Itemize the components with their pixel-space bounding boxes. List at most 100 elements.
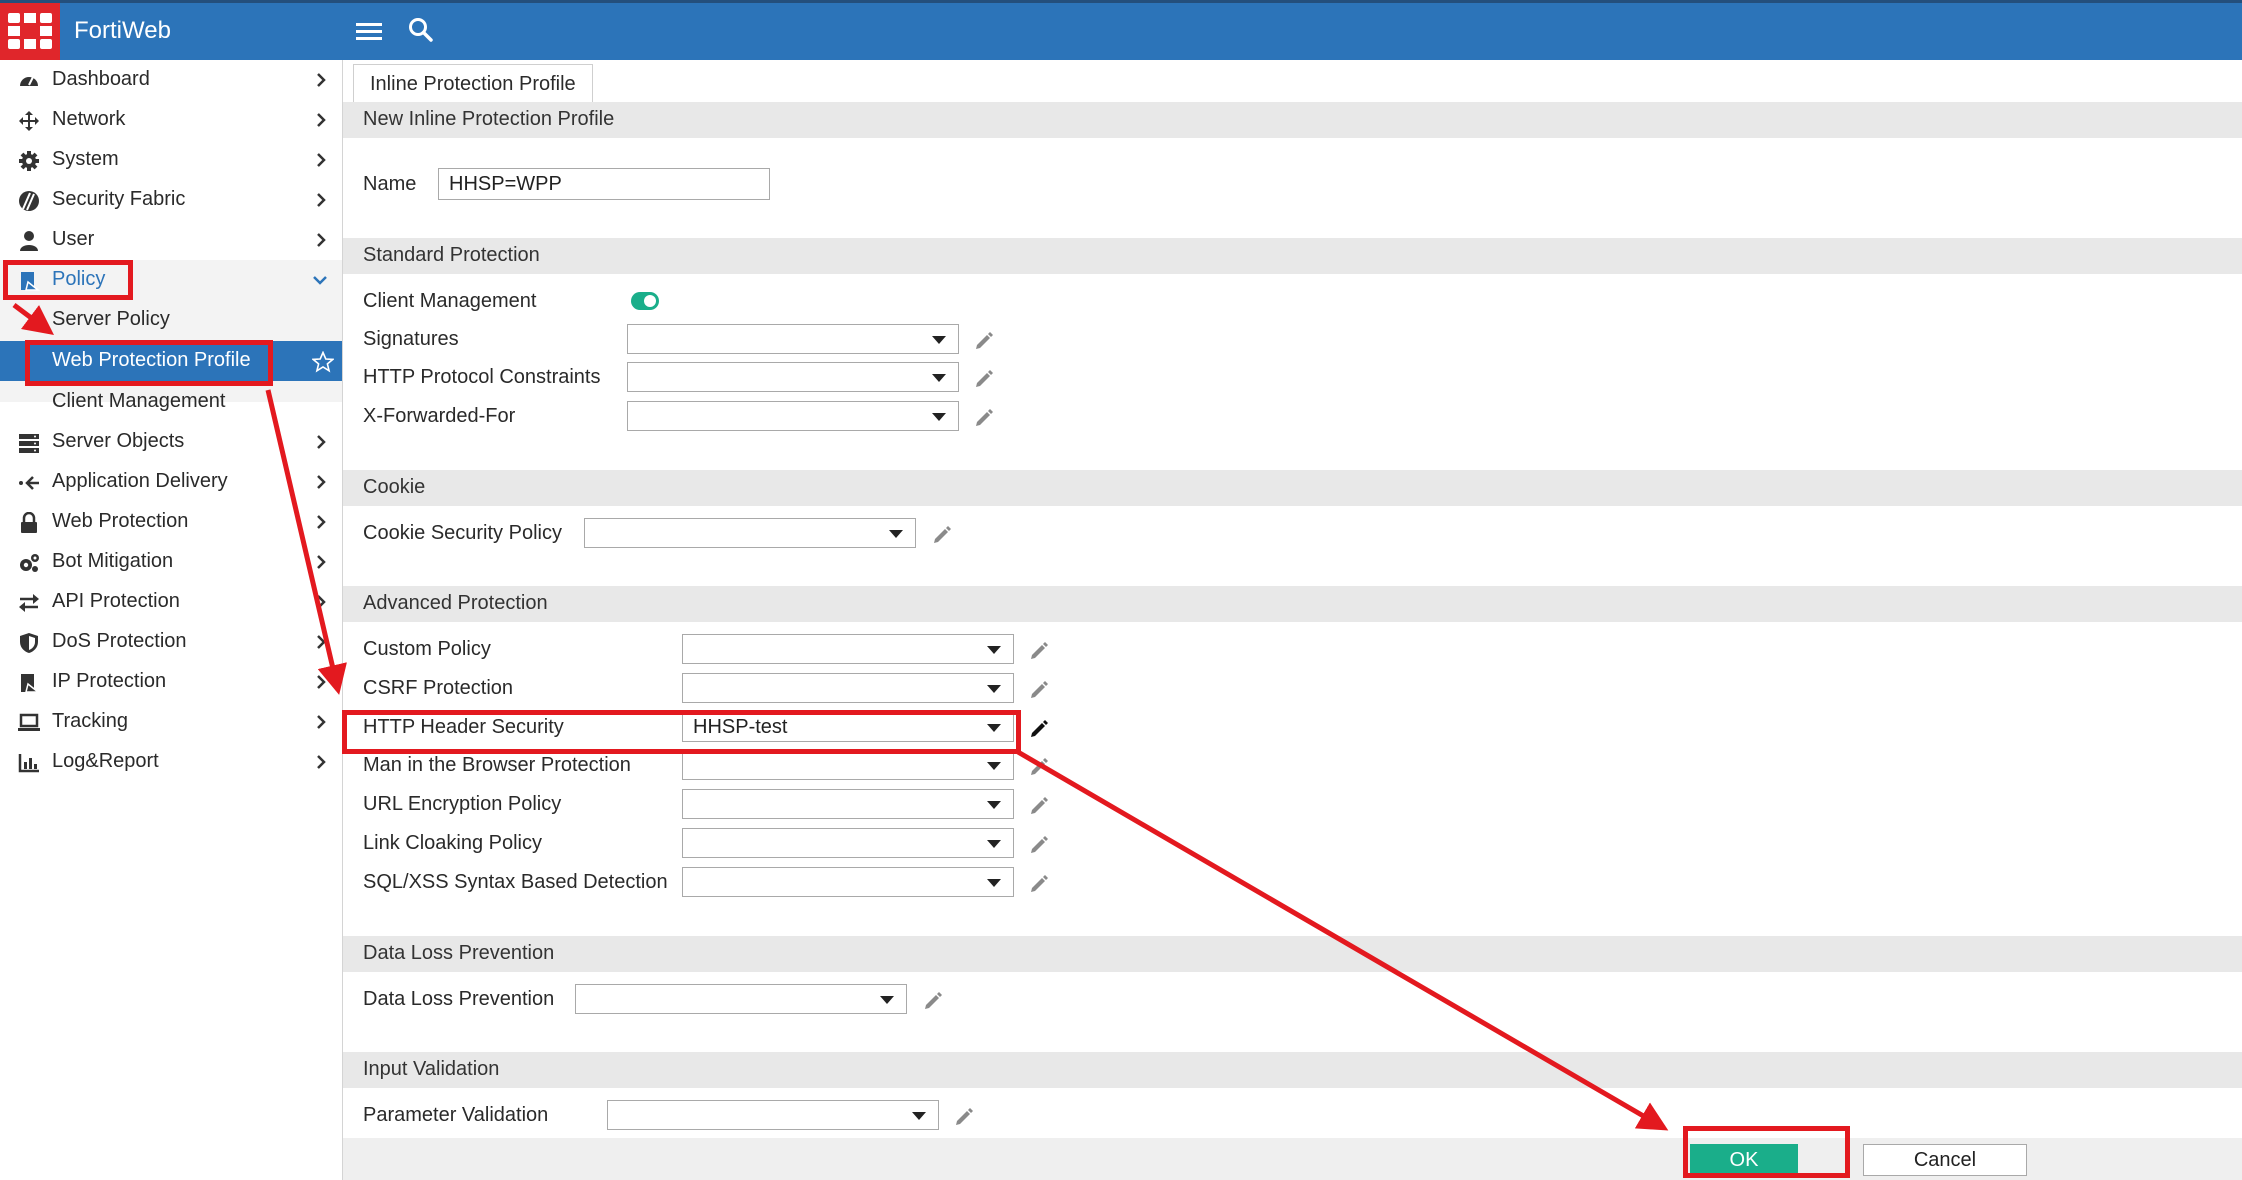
ip-protection-icon: [21, 674, 40, 693]
link-cloaking-policy-select[interactable]: [682, 828, 1014, 858]
dropdown-caret-icon: [880, 996, 894, 1004]
sidebar-item-dos-protection[interactable]: DoS Protection: [0, 622, 342, 662]
sidebar-item-label: Log&Report: [52, 750, 159, 772]
hamburger-menu-icon[interactable]: [356, 19, 382, 43]
advanced-protection-header: Advanced Protection: [343, 586, 2242, 622]
sidebar-item-application-delivery[interactable]: Application Delivery: [0, 462, 342, 502]
sidebar-item-bot-mitigation[interactable]: Bot Mitigation: [0, 542, 342, 582]
sql-xss-detection-label: SQL/XSS Syntax Based Detection: [363, 871, 668, 893]
mitb-protection-select[interactable]: [682, 750, 1014, 780]
sidebar-subitem-client-management[interactable]: Client Management: [0, 382, 342, 422]
csrf-protection-label: CSRF Protection: [363, 677, 514, 699]
sidebar-item-api-protection[interactable]: API Protection: [0, 582, 342, 622]
link-cloaking-policy-label: Link Cloaking Policy: [363, 832, 542, 854]
http-protocol-constraints-select[interactable]: [627, 362, 959, 392]
ok-button[interactable]: OK: [1690, 1144, 1798, 1176]
cookie-header: Cookie: [343, 470, 2242, 506]
standard-protection-header: Standard Protection: [343, 238, 2242, 274]
dashboard-icon: [20, 76, 38, 86]
signatures-label: Signatures: [363, 328, 459, 350]
pencil-icon[interactable]: [1028, 755, 1050, 777]
main-content: Inline Protection Profile New Inline Pro…: [343, 60, 2242, 1180]
cookie-security-policy-label: Cookie Security Policy: [363, 522, 562, 544]
name-input[interactable]: [438, 168, 770, 200]
sidebar-item-label: API Protection: [52, 590, 180, 612]
tab-inline-protection-profile[interactable]: Inline Protection Profile: [353, 64, 593, 104]
bar-chart-icon: [18, 754, 39, 773]
chevron-right-icon: [317, 715, 326, 729]
sidebar-item-policy[interactable]: Policy: [0, 260, 342, 300]
chevron-right-icon: [317, 675, 326, 689]
cancel-button[interactable]: Cancel: [1863, 1144, 2027, 1176]
chevron-right-icon: [317, 193, 326, 207]
sidebar: Dashboard Network System Security Fabric…: [0, 60, 343, 1180]
form-title-bar: New Inline Protection Profile: [343, 102, 2242, 138]
sidebar-item-network[interactable]: Network: [0, 100, 342, 140]
pencil-icon[interactable]: [973, 406, 995, 428]
pencil-icon[interactable]: [1028, 639, 1050, 661]
top-bar: FortiWeb: [0, 0, 2242, 60]
data-loss-prevention-select[interactable]: [575, 984, 907, 1014]
policy-icon: [21, 272, 40, 291]
pencil-icon[interactable]: [973, 329, 995, 351]
sidebar-item-system[interactable]: System: [0, 140, 342, 180]
dropdown-caret-icon: [987, 840, 1001, 848]
sidebar-item-label: System: [52, 148, 119, 170]
pencil-icon[interactable]: [931, 523, 953, 545]
search-icon[interactable]: [408, 17, 434, 43]
sidebar-item-tracking[interactable]: Tracking: [0, 702, 342, 742]
laptop-icon: [18, 713, 40, 731]
sidebar-item-label: Security Fabric: [52, 188, 186, 210]
sidebar-item-ip-protection[interactable]: IP Protection: [0, 662, 342, 702]
pencil-icon[interactable]: [1028, 833, 1050, 855]
pencil-icon[interactable]: [1028, 678, 1050, 700]
section-title: Data Loss Prevention: [363, 942, 555, 964]
pencil-icon[interactable]: [1028, 872, 1050, 894]
sql-xss-detection-select[interactable]: [682, 867, 1014, 897]
tab-strip: Inline Protection Profile: [343, 60, 2242, 104]
client-management-toggle[interactable]: [631, 292, 659, 310]
signatures-select[interactable]: [627, 324, 959, 354]
sidebar-item-label: Server Objects: [52, 430, 185, 452]
pencil-icon[interactable]: [922, 989, 944, 1011]
http-header-security-select[interactable]: HHSP-test: [682, 712, 1014, 742]
section-title: Cookie: [363, 476, 426, 498]
chevron-right-icon: [317, 755, 326, 769]
sidebar-item-security-fabric[interactable]: Security Fabric: [0, 180, 342, 220]
sidebar-subitem-label: Client Management: [52, 390, 226, 412]
parameter-validation-select[interactable]: [607, 1100, 939, 1130]
sidebar-item-label: Tracking: [52, 710, 128, 732]
custom-policy-select[interactable]: [682, 634, 1014, 664]
sidebar-item-label: User: [52, 228, 95, 250]
sidebar-item-user[interactable]: User: [0, 220, 342, 260]
sidebar-item-dashboard[interactable]: Dashboard: [0, 60, 342, 100]
pencil-icon[interactable]: [1028, 794, 1050, 816]
app-delivery-icon: [19, 476, 39, 490]
star-icon[interactable]: [312, 351, 334, 373]
sidebar-subitem-web-protection-profile[interactable]: Web Protection Profile: [0, 341, 342, 381]
sidebar-subitem-server-policy[interactable]: Server Policy: [0, 300, 342, 340]
sidebar-subitem-label: Server Policy: [52, 308, 170, 330]
chevron-down-icon: [313, 276, 327, 285]
sidebar-item-label: Network: [52, 108, 126, 130]
sidebar-item-label: Bot Mitigation: [52, 550, 174, 572]
cookie-security-policy-select[interactable]: [584, 518, 916, 548]
pencil-icon[interactable]: [1028, 717, 1050, 739]
dropdown-caret-icon: [987, 685, 1001, 693]
pencil-icon[interactable]: [973, 367, 995, 389]
chevron-right-icon: [317, 555, 326, 569]
sidebar-item-log-report[interactable]: Log&Report: [0, 742, 342, 782]
x-forwarded-for-select[interactable]: [627, 401, 959, 431]
dropdown-caret-icon: [987, 646, 1001, 654]
fortinet-logo[interactable]: [0, 3, 60, 60]
section-title: Advanced Protection: [363, 592, 548, 614]
sidebar-item-web-protection[interactable]: Web Protection: [0, 502, 342, 542]
sidebar-item-label: DoS Protection: [52, 630, 187, 652]
url-encryption-policy-select[interactable]: [682, 789, 1014, 819]
csrf-protection-select[interactable]: [682, 673, 1014, 703]
dropdown-caret-icon: [987, 801, 1001, 809]
dropdown-caret-icon: [889, 530, 903, 538]
pencil-icon[interactable]: [953, 1105, 975, 1127]
sidebar-item-server-objects[interactable]: Server Objects: [0, 422, 342, 462]
section-title: Standard Protection: [363, 244, 540, 266]
